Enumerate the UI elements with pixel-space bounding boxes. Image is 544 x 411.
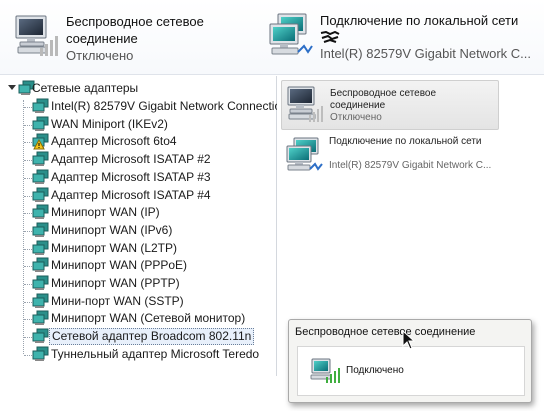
- tree-item-adapter[interactable]: Туннельный адаптер Microsoft Teredo: [24, 346, 276, 364]
- tree-item-label: Минипорт WAN (Сетевой монитор): [51, 311, 246, 326]
- tree-branch-line: [24, 266, 32, 268]
- tree-item-label: Адаптер Microsoft ISATAP #2: [51, 152, 211, 167]
- device-tree: Сетевые адаптеры Intel(R) 82579V Gigabit…: [0, 76, 288, 376]
- tree-branch-line: [24, 354, 32, 356]
- wireless-computer-icon: [15, 15, 58, 56]
- tree-item-adapter[interactable]: Минипорт WAN (PPTP): [24, 275, 276, 293]
- lan-connection-name: Подключение по локальной сети: [320, 13, 519, 28]
- network-adapter-icon: [32, 187, 49, 202]
- tree-item-label: Минипорт WAN (IPv6): [51, 222, 173, 237]
- tree-branch-line: [24, 124, 32, 126]
- tree-item-label: Минипорт WAN (PPPoE): [51, 258, 188, 273]
- tree-item-adapter[interactable]: Минипорт WAN (L2TP): [24, 240, 276, 258]
- list-item-lan-name: Подключение по локальной сети: [329, 136, 482, 147]
- wireless-computer-icon: [287, 86, 323, 122]
- network-adapter-icon: [32, 310, 49, 326]
- tree-branch-line: [24, 160, 32, 162]
- tree-root-label: Сетевые адаптеры: [32, 81, 139, 95]
- tree-item-label: Мини-порт WAN (SSTP): [51, 293, 184, 308]
- list-item-wireless-name-line1: Беспроводное сетевое: [330, 88, 437, 99]
- tree-branch-line: [24, 230, 32, 232]
- collapse-arrow-icon[interactable]: [8, 85, 16, 90]
- tree-item-adapter[interactable]: Адаптер Microsoft ISATAP #2: [24, 151, 276, 169]
- list-item-wireless-status: Отключено: [330, 112, 382, 123]
- tree-branch-line: [24, 337, 32, 339]
- tree-branch-line: [24, 195, 32, 197]
- tree-branch-line: [24, 177, 32, 179]
- tree-branch-line: [24, 142, 32, 144]
- wireless-connection-name-line2: соединение: [66, 31, 138, 46]
- wireless-connection-status: Отключено: [66, 48, 134, 63]
- tree-item-adapter[interactable]: Минипорт WAN (PPPoE): [24, 257, 276, 275]
- tree-item-adapter[interactable]: WAN Miniport (IKEv2): [24, 116, 276, 134]
- tree-branch-line: [24, 301, 32, 303]
- tree-item-label: Адаптер Microsoft ISATAP #3: [51, 169, 211, 184]
- list-item-wireless-name-line2: соединение: [330, 100, 386, 111]
- tree-item-label: Сетевой адаптер Broadcom 802.11n: [49, 328, 255, 346]
- lan-computer-icon: [286, 137, 323, 171]
- wireless-connection-card[interactable]: Беспроводное сетевое соединение Отключен…: [14, 6, 234, 68]
- redacted-mark-icon: [320, 31, 340, 43]
- tree-item-label: Адаптер Microsoft 6to4: [51, 134, 177, 149]
- mouse-pointer-icon: [402, 330, 416, 350]
- tree-item-adapter[interactable]: Минипорт WAN (IP): [24, 204, 276, 222]
- tree-item-adapter[interactable]: Минипорт WAN (IPv6): [24, 222, 276, 240]
- tree-item-adapter[interactable]: Минипорт WAN (Сетевой монитор): [24, 310, 276, 328]
- tree-item-label: WAN Miniport (IKEv2): [51, 116, 168, 131]
- connections-header: Беспроводное сетевое соединение Отключен…: [0, 0, 544, 75]
- lan-connection-status: Intel(R) 82579V Gigabit Network C...: [320, 46, 531, 61]
- network-adapter-icon: [32, 346, 49, 361]
- tree-item-adapter[interactable]: Адаптер Microsoft ISATAP #4: [24, 187, 276, 205]
- popup-connection-item[interactable]: Подключено: [297, 346, 525, 396]
- lan-computer-icon: [269, 13, 313, 55]
- network-adapter-icon: [32, 328, 49, 344]
- tree-item-label: Минипорт WAN (L2TP): [51, 240, 177, 255]
- tree-branch-line: [24, 107, 32, 108]
- tree-item-label: Intel(R) 82579V Gigabit Network Connecti…: [51, 99, 288, 113]
- tree-branch-line: [24, 319, 32, 321]
- network-adapter-icon: [32, 275, 49, 290]
- tree-item-adapter[interactable]: Сетевой адаптер Broadcom 802.11n: [24, 328, 276, 346]
- tree-item-adapter[interactable]: Адаптер Microsoft ISATAP #3: [24, 169, 276, 187]
- tree-item-label: Минипорт WAN (IP): [51, 205, 160, 220]
- network-adapter-icon: [32, 116, 49, 131]
- tree-item-adapter[interactable]: Адаптер Microsoft 6to4: [24, 133, 276, 151]
- network-adapter-icon: [32, 151, 49, 167]
- network-adapter-icon: [32, 293, 49, 308]
- network-adapter-icon: [32, 98, 49, 113]
- wireless-connected-icon: [310, 358, 340, 383]
- tree-item-adapter[interactable]: Мини-порт WAN (SSTP): [24, 293, 276, 311]
- connections-list: Беспроводное сетевое соединение Отключен…: [277, 76, 544, 326]
- tree-item-label: Туннельный адаптер Microsoft Teredo: [51, 346, 260, 361]
- tree-item-label: Адаптер Microsoft ISATAP #4: [51, 187, 211, 202]
- list-item-lan[interactable]: Подключение по локальной сети Intel(R) 8…: [281, 132, 497, 180]
- tree-branch-line: [24, 284, 32, 285]
- network-adapter-icon: [32, 204, 49, 220]
- tree-branch-line: [24, 248, 32, 250]
- network-adapter-icon: [32, 257, 49, 273]
- adapter-warning-icon: [32, 133, 49, 150]
- network-adapter-icon: [32, 222, 49, 237]
- popup-item-status: Подключено: [346, 365, 404, 376]
- network-adapter-icon: [32, 169, 49, 184]
- list-item-lan-status: Intel(R) 82579V Gigabit Network C...: [329, 160, 492, 171]
- tree-item-adapter[interactable]: Intel(R) 82579V Gigabit Network Connecti…: [24, 98, 288, 116]
- tree-branch-line: [24, 213, 32, 215]
- popup-title: Беспроводное сетевое соединение: [295, 326, 476, 338]
- list-item-wireless[interactable]: Беспроводное сетевое соединение Отключен…: [281, 80, 499, 130]
- lan-connection-card[interactable]: Подключение по локальной сети Intel(R) 8…: [268, 6, 538, 68]
- wireless-connection-name-line1: Беспроводное сетевое: [66, 14, 204, 29]
- tree-item-label: Минипорт WAN (PPTP): [51, 276, 180, 290]
- network-adapter-icon: [32, 240, 49, 255]
